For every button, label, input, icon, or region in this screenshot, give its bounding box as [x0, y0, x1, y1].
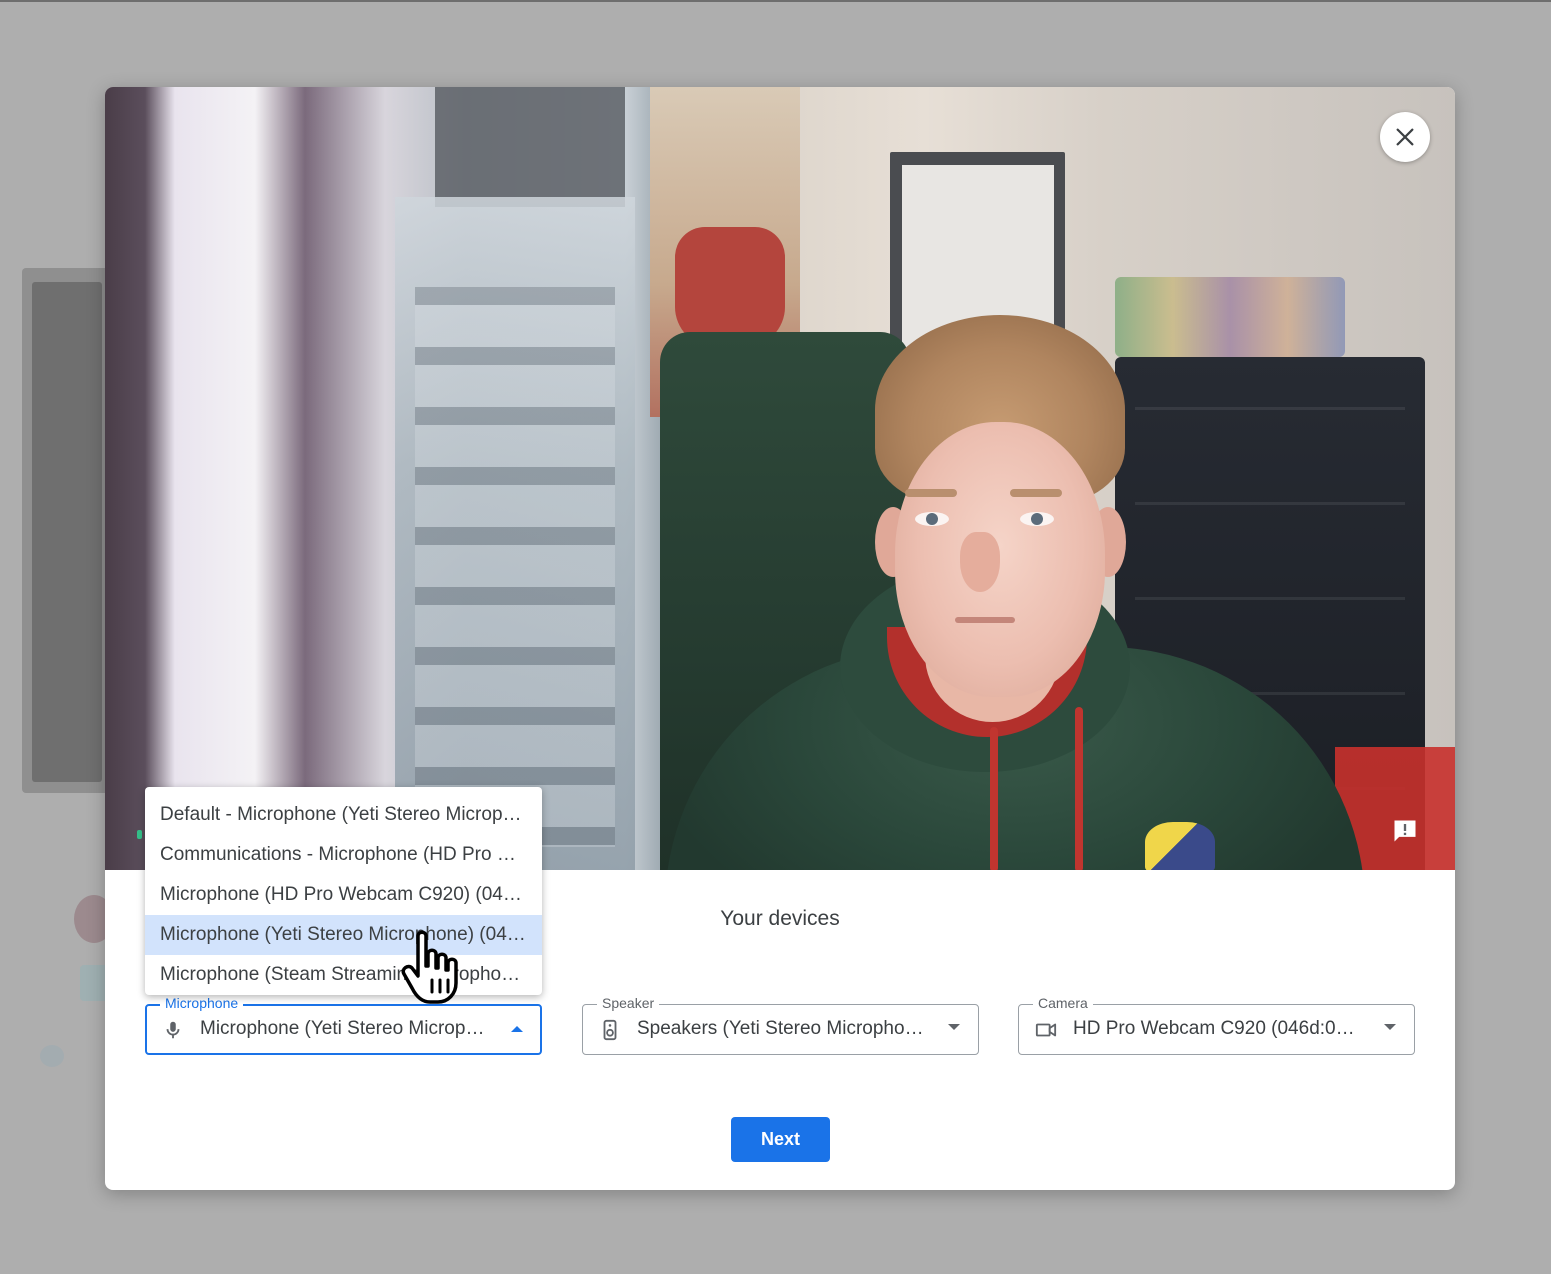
microphone-label: Microphone [160, 994, 244, 1012]
person-mouth [955, 617, 1015, 623]
chevron-down-icon [948, 1024, 960, 1030]
camera-value: HD Pro Webcam C920 (046d:082d) [1073, 1018, 1363, 1039]
menu-item-webcam-microphone[interactable]: Microphone (HD Pro Webcam C920) (046d:08… [145, 875, 542, 915]
next-button[interactable]: Next [731, 1117, 830, 1162]
person-face [895, 422, 1105, 697]
device-settings-dialog: Your devices Microphone Microphone (Yeti… [105, 87, 1455, 1190]
feedback-button[interactable] [1388, 814, 1422, 848]
videocam-icon [1034, 1018, 1058, 1042]
menu-item-yeti-microphone[interactable]: Microphone (Yeti Stereo Microphone) (046… [145, 915, 542, 955]
hoodie-drawstring [1075, 707, 1083, 870]
background-video-tile-inner [32, 282, 102, 782]
chevron-up-icon [511, 1026, 523, 1032]
microphone-value: Microphone (Yeti Stereo Microphone) (046… [200, 1018, 490, 1039]
preview-scene [675, 227, 785, 347]
preview-scene [1115, 277, 1345, 357]
microphone-select[interactable]: Microphone Microphone (Yeti Stereo Micro… [145, 994, 542, 1055]
hoodie-drawstring [990, 727, 998, 870]
feedback-icon [1394, 820, 1416, 842]
close-button[interactable] [1380, 112, 1430, 162]
window-top-edge [0, 0, 1551, 2]
microphone-icon [161, 1018, 185, 1042]
audio-level-indicator [137, 830, 142, 839]
camera-preview [105, 87, 1455, 870]
menu-item-default-microphone[interactable]: Default - Microphone (Yeti Stereo Microp… [145, 795, 542, 835]
preview-scene [415, 287, 615, 847]
hoodie-logo [1145, 822, 1215, 870]
preview-scene [435, 87, 625, 207]
background-dot [40, 1045, 64, 1067]
camera-select[interactable]: Camera HD Pro Webcam C920 (046d:082d) [1018, 994, 1415, 1055]
speaker-select[interactable]: Speaker Speakers (Yeti Stereo Microphone… [582, 994, 979, 1055]
menu-item-communications-microphone[interactable]: Communications - Microphone (HD Pro Webc… [145, 835, 542, 875]
person-eye [915, 512, 949, 526]
hand-cursor-icon [401, 930, 458, 1004]
close-icon [1396, 128, 1414, 146]
speaker-label: Speaker [597, 994, 660, 1012]
microphone-dropdown-menu: Default - Microphone (Yeti Stereo Microp… [145, 787, 542, 995]
person-nose [960, 532, 1000, 592]
person-eye [1020, 512, 1054, 526]
menu-item-steam-microphone[interactable]: Microphone (Steam Streaming Microphone) [145, 955, 542, 995]
speaker-value: Speakers (Yeti Stereo Microphone) (046d:… [637, 1018, 927, 1039]
person-brow [1010, 489, 1062, 497]
speaker-icon [598, 1018, 622, 1042]
camera-label: Camera [1033, 994, 1093, 1012]
person-brow [905, 489, 957, 497]
chevron-down-icon [1384, 1024, 1396, 1030]
